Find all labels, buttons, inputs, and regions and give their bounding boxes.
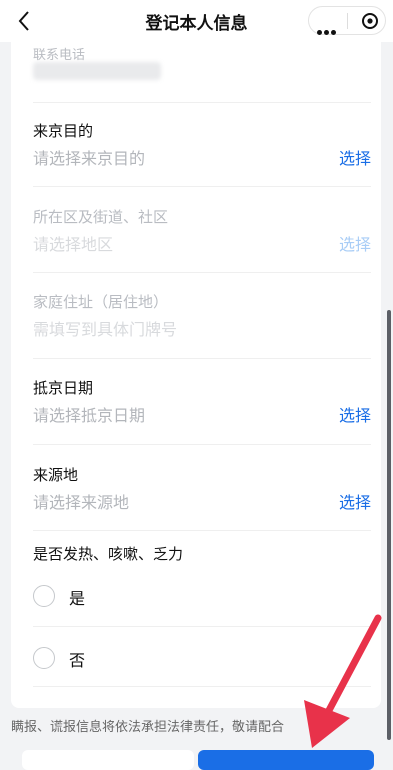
nav-bar: 登记本人信息 <box>0 0 393 42</box>
form-card: 联系电话 来京目的 请选择来京目的 选择 所在区及街道、社区 请选择地区 选择 … <box>11 20 381 708</box>
address-input[interactable]: 需填写到具体门牌号 <box>33 316 371 340</box>
district-select-button[interactable]: 选择 <box>339 231 371 255</box>
primary-button[interactable] <box>198 750 374 770</box>
address-placeholder: 需填写到具体门牌号 <box>33 320 178 339</box>
purpose-select-button[interactable]: 选择 <box>339 145 371 169</box>
purpose-label: 来京目的 <box>33 122 94 140</box>
district-field[interactable]: 所在区及街道、社区 <box>33 206 371 227</box>
mini-program-capsule <box>308 6 386 35</box>
purpose-placeholder: 请选择来京目的 <box>33 149 146 168</box>
origin-select-button[interactable]: 选择 <box>339 489 371 513</box>
arrival-date-label: 抵京日期 <box>33 379 94 397</box>
district-picker-row[interactable]: 请选择地区 选择 <box>33 231 371 255</box>
more-dots-icon[interactable] <box>317 20 338 39</box>
target-circle-icon[interactable] <box>361 12 379 30</box>
divider <box>33 530 371 531</box>
radio-no[interactable] <box>33 647 55 669</box>
origin-label: 来源地 <box>33 466 79 484</box>
secondary-button[interactable] <box>22 750 194 770</box>
district-label: 所在区及街道、社区 <box>33 208 169 226</box>
phone-value-blurred <box>33 62 161 80</box>
radio-yes[interactable] <box>33 585 55 607</box>
phone-label: 联系电话 <box>33 48 86 63</box>
symptoms-question: 是否发热、咳嗽、乏力 <box>33 545 184 563</box>
origin-picker-row[interactable]: 请选择来源地 选择 <box>33 489 371 513</box>
divider <box>33 444 371 445</box>
divider <box>33 186 371 187</box>
radio-yes-label[interactable]: 是 <box>69 585 85 609</box>
divider <box>33 272 371 273</box>
purpose-field[interactable]: 来京目的 <box>33 120 371 141</box>
address-label: 家庭住址（居住地） <box>33 293 169 311</box>
arrival-date-select-button[interactable]: 选择 <box>339 402 371 426</box>
legal-notice: 瞒报、谎报信息将依法承担法律责任，敬请配合 <box>11 720 285 735</box>
address-field: 家庭住址（居住地） <box>33 291 371 312</box>
arrival-date-placeholder: 请选择抵京日期 <box>33 406 146 425</box>
divider <box>33 358 371 359</box>
district-placeholder: 请选择地区 <box>33 235 114 254</box>
arrival-date-field[interactable]: 抵京日期 <box>33 377 371 398</box>
origin-placeholder: 请选择来源地 <box>33 493 130 512</box>
arrival-date-picker-row[interactable]: 请选择抵京日期 选择 <box>33 402 371 426</box>
origin-field[interactable]: 来源地 <box>33 464 371 485</box>
red-arrow-icon <box>304 614 382 748</box>
capsule-divider <box>347 13 348 29</box>
purpose-picker-row[interactable]: 请选择来京目的 选择 <box>33 145 371 169</box>
radio-no-label[interactable]: 否 <box>69 647 85 671</box>
divider <box>33 102 371 103</box>
